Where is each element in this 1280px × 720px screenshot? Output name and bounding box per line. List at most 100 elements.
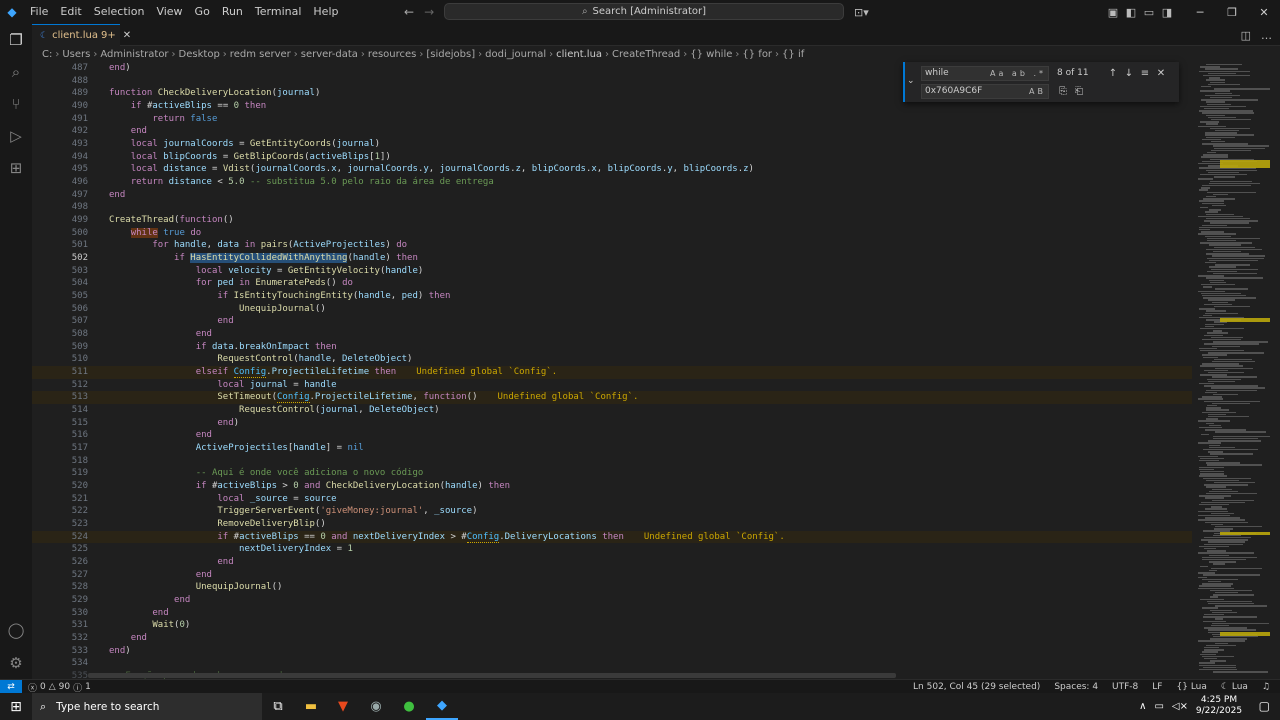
notification-center-icon[interactable]: ▢ xyxy=(1259,699,1270,713)
code-line[interactable]: 522 TriggerServerEvent('giveMoney:journa… xyxy=(32,505,1192,518)
settings-gear-icon[interactable]: ⚙ xyxy=(0,647,32,679)
close-tab-icon[interactable]: ✕ xyxy=(123,30,131,41)
code-line[interactable]: 497 end xyxy=(32,189,1192,202)
code-line[interactable]: 493 local journalCoords = GetEntityCoord… xyxy=(32,138,1192,151)
code-line[interactable]: 527 end xyxy=(32,569,1192,582)
code-line[interactable]: 499 CreateThread(function() xyxy=(32,214,1192,227)
breadcrumb-item[interactable]: {} if xyxy=(782,49,804,60)
breadcrumb-item[interactable]: server-data xyxy=(301,49,358,60)
menu-item-go[interactable]: Go xyxy=(189,0,216,24)
cursor-position[interactable]: Ln 502, Col 45 (29 selected) xyxy=(913,682,1040,692)
code-line[interactable]: 526 end xyxy=(32,556,1192,569)
menu-item-terminal[interactable]: Terminal xyxy=(249,0,308,24)
menu-item-run[interactable]: Run xyxy=(216,0,249,24)
code-line[interactable]: 496 return distance < 5.0 -- substitua 5… xyxy=(32,176,1192,189)
code-line[interactable]: 532 end xyxy=(32,632,1192,645)
tray-chevron-icon[interactable]: ∧ xyxy=(1139,701,1146,712)
menu-item-file[interactable]: File xyxy=(24,0,54,24)
menu-item-edit[interactable]: Edit xyxy=(54,0,87,24)
code-line[interactable]: 495 local distance = Vdist(journalCoords… xyxy=(32,163,1192,176)
breadcrumb-item[interactable]: C: xyxy=(42,49,52,60)
brave-browser-icon[interactable]: ▼ xyxy=(327,693,359,720)
code-line[interactable]: 498 xyxy=(32,201,1192,214)
search-icon[interactable]: ⌕ xyxy=(0,56,32,88)
breadcrumb-item[interactable]: client.lua xyxy=(556,49,602,60)
code-line[interactable]: 533 end) xyxy=(32,645,1192,658)
code-line[interactable]: 506 UnequipJournal() xyxy=(32,303,1192,316)
vscode-taskbar-icon[interactable]: ◆ xyxy=(426,693,458,720)
code-line[interactable]: 513 SetTimeout(Config.ProjectileLifetime… xyxy=(32,391,1192,405)
close-window-icon[interactable]: ✕ xyxy=(1248,6,1280,19)
code-line[interactable]: 509 if data.breakOnImpact then xyxy=(32,341,1192,354)
minimize-icon[interactable]: ─ xyxy=(1184,6,1216,19)
taskbar-search-box[interactable]: ⌕ Type here to search xyxy=(32,693,262,720)
toggle-replace-chevron-icon[interactable]: ⌄ xyxy=(907,76,915,86)
indentation[interactable]: Spaces: 4 xyxy=(1054,682,1098,692)
code-line[interactable]: 492 end xyxy=(32,125,1192,138)
breadcrumb-item[interactable]: {} for xyxy=(742,49,772,60)
code-line[interactable]: 524 if #activeBlips == 0 and nextDeliver… xyxy=(32,530,1192,544)
layout-panel-icon[interactable]: ▭ xyxy=(1140,6,1158,19)
layout-sidebar-icon[interactable]: ▣ xyxy=(1104,6,1122,19)
breadcrumb-item[interactable]: Desktop xyxy=(179,49,220,60)
back-arrow-icon[interactable]: ← xyxy=(404,5,414,19)
task-view-icon[interactable]: ⧉ xyxy=(262,693,294,720)
replace-input[interactable]: 0x760A9C6F AB xyxy=(921,83,1049,99)
find-options[interactable]: Aa ab .* xyxy=(990,67,1046,80)
code-line[interactable]: 523 RemoveDeliveryBlip() xyxy=(32,518,1192,531)
split-editor-icon[interactable]: ◫ xyxy=(1241,29,1251,42)
code-line[interactable]: 494 local blipCoords = GetBlipCoords(act… xyxy=(32,151,1192,164)
code-line[interactable]: 518 xyxy=(32,455,1192,468)
explorer-icon[interactable]: ❐ xyxy=(0,24,32,56)
language-mode[interactable]: {} Lua xyxy=(1177,682,1207,692)
code-line[interactable]: 530 end xyxy=(32,607,1192,620)
breadcrumb-item[interactable]: resources xyxy=(368,49,416,60)
code-line[interactable]: 500 while true do xyxy=(32,227,1192,240)
breadcrumb-item[interactable]: dodi_journal xyxy=(485,49,546,60)
menu-item-view[interactable]: View xyxy=(150,0,188,24)
breadcrumb-item[interactable]: redm server xyxy=(230,49,291,60)
code-line[interactable]: 529 end xyxy=(32,594,1192,607)
code-line[interactable]: 525 nextDeliveryIndex = 1 xyxy=(32,543,1192,556)
close-find-icon[interactable]: ✕ xyxy=(1153,68,1169,79)
breadcrumb-item[interactable]: CreateThread xyxy=(612,49,680,60)
forward-arrow-icon[interactable]: → xyxy=(424,5,434,19)
find-in-selection-icon[interactable]: ≡ xyxy=(1137,68,1153,79)
code-line[interactable]: 502 if HasEntityCollidedWithAnything(han… xyxy=(32,252,1192,265)
preserve-case-icon[interactable]: AB xyxy=(1029,85,1046,98)
more-actions-icon[interactable]: … xyxy=(1261,29,1272,42)
code-line[interactable]: 503 local velocity = GetEntityVelocity(h… xyxy=(32,265,1192,278)
hs-app-icon[interactable]: ● xyxy=(393,693,425,720)
layout-right-icon[interactable]: ◨ xyxy=(1158,6,1176,19)
breadcrumb-item[interactable]: [sidejobs] xyxy=(426,49,475,60)
code-line[interactable]: 504 for ped in EnumeratePeds() do xyxy=(32,277,1192,290)
code-line[interactable]: 510 RequestControl(handle, DeleteObject) xyxy=(32,353,1192,366)
replace-all-icon[interactable]: ⎗ xyxy=(1071,86,1087,97)
windows-start-icon[interactable]: ⊞ xyxy=(0,693,32,720)
account-icon[interactable]: ◯ xyxy=(0,614,32,646)
breadcrumb-item[interactable]: Users xyxy=(62,49,90,60)
breadcrumb-item[interactable]: {} while xyxy=(690,49,732,60)
problems-indicator[interactable]: ⓧ 0 △ 90 ⓘ 1 xyxy=(28,680,91,694)
file-explorer-icon[interactable]: ▬ xyxy=(295,693,327,720)
code-line[interactable]: 519 -- Aqui é onde você adiciona o novo … xyxy=(32,467,1192,480)
minimap[interactable] xyxy=(1192,62,1280,679)
code-line[interactable]: 516 end xyxy=(32,429,1192,442)
remote-indicator-icon[interactable]: ⇄ xyxy=(0,680,22,694)
next-match-icon[interactable]: ↓ xyxy=(1121,68,1137,79)
run-debug-icon[interactable]: ▷ xyxy=(0,120,32,152)
end-of-line[interactable]: LF xyxy=(1152,682,1162,692)
encoding[interactable]: UTF-8 xyxy=(1112,682,1138,692)
replace-icon[interactable]: ⎘ xyxy=(1055,86,1071,97)
code-line[interactable]: 531 Wait(0) xyxy=(32,619,1192,632)
menu-item-selection[interactable]: Selection xyxy=(88,0,151,24)
horizontal-scrollbar[interactable] xyxy=(88,673,896,678)
code-line[interactable]: 507 end xyxy=(32,315,1192,328)
code-line[interactable]: 508 end xyxy=(32,328,1192,341)
copilot-icon[interactable]: ⊡▾ xyxy=(854,0,869,24)
extensions-icon[interactable]: ⊞ xyxy=(0,152,32,184)
find-input[interactable]: while Aa ab .* xyxy=(921,65,1049,81)
code-line[interactable]: 512 local journal = handle xyxy=(32,379,1192,392)
lua-server-status[interactable]: ☾ Lua xyxy=(1221,682,1248,692)
notifications-bell-icon[interactable]: ♫ xyxy=(1262,682,1270,692)
